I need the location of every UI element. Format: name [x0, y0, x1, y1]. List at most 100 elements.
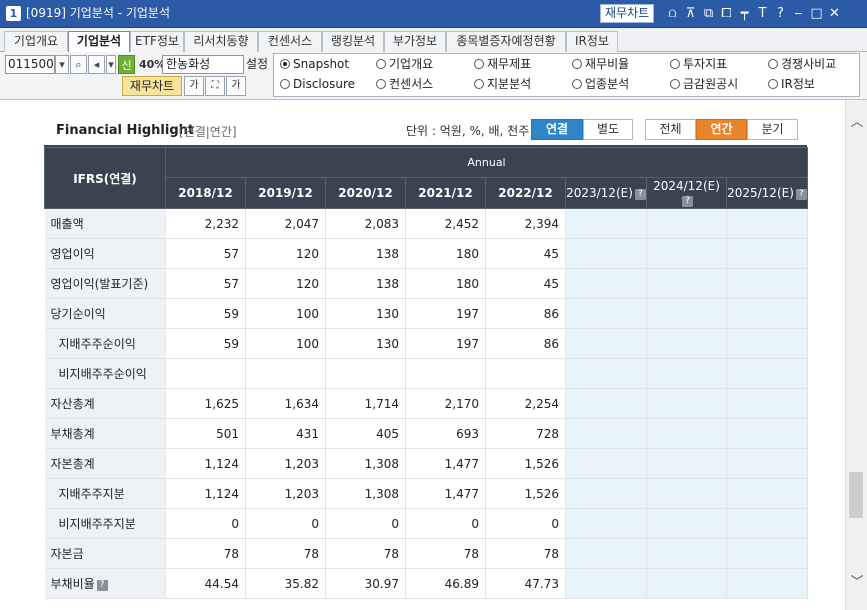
help-icon[interactable]: ?: [772, 4, 789, 24]
help-icon[interactable]: ?: [634, 189, 646, 200]
row-label-text: 부채총계: [50, 427, 95, 441]
table-cell: 1,625: [165, 388, 246, 419]
scope-tab-consolidated[interactable]: 연결: [531, 119, 583, 140]
tab-4[interactable]: 컨센서스: [258, 31, 322, 52]
annual-header: Annual: [165, 147, 808, 178]
table-cell: 57: [165, 268, 246, 299]
tab-3[interactable]: 리서치동향: [184, 31, 258, 52]
stock-code-input[interactable]: 011500: [5, 55, 55, 74]
radio-option-4[interactable]: 투자지표: [670, 57, 727, 71]
radio-dot-icon[interactable]: [572, 79, 582, 89]
radio-dot-icon[interactable]: [768, 79, 778, 89]
tab-2[interactable]: ETF정보: [130, 31, 184, 52]
table-cell: 728: [485, 418, 566, 449]
table-cell: [646, 358, 727, 389]
close-icon[interactable]: ✕: [826, 4, 843, 24]
radio-option-6[interactable]: Disclosure: [280, 77, 355, 91]
main-tab-bar: 기업개요 기업분석 ETF정보 리서치동향 컨센서스 랭킹분석 부가정보 종목별증자예정현황 I…: [0, 28, 867, 53]
radio-option-10[interactable]: 금감원공시: [670, 77, 738, 91]
radio-dot-icon[interactable]: [670, 59, 680, 69]
minimize-icon[interactable]: ‒: [790, 4, 807, 24]
radio-label: 투자지표: [683, 57, 728, 71]
setting-link[interactable]: 설정: [246, 55, 268, 74]
font-size-down-button[interactable]: 가: [226, 76, 246, 96]
pin-icon[interactable]: ⊼: [682, 4, 699, 24]
radio-dot-icon[interactable]: [376, 59, 386, 69]
radio-dot-icon[interactable]: [280, 79, 290, 89]
radio-option-9[interactable]: 업종분석: [572, 77, 629, 91]
table-cell: [726, 358, 808, 389]
tab-7[interactable]: 종목별증자예정현황: [446, 31, 566, 52]
financial-chart-button[interactable]: 재무차트: [122, 76, 182, 96]
table-cell: 1,203: [245, 448, 326, 479]
radio-option-7[interactable]: 컨센서스: [376, 77, 433, 91]
speaker-icon[interactable]: ◂: [88, 55, 105, 74]
vertical-scrollbar[interactable]: ︿ ﹀: [845, 100, 867, 610]
column-header-6: 2024/12(E)?: [646, 177, 727, 209]
radio-dot-icon[interactable]: [474, 59, 484, 69]
radio-option-11[interactable]: IR정보: [768, 77, 815, 91]
radio-label: Snapshot: [293, 57, 350, 71]
code-dropdown-icon[interactable]: ▾: [55, 55, 69, 74]
radio-dot-icon[interactable]: [572, 59, 582, 69]
chart-icon[interactable]: ⩍: [664, 4, 681, 24]
scope-tab-separate[interactable]: 별도: [583, 119, 633, 140]
link-icon[interactable]: ⧉: [700, 4, 717, 24]
table-cell: 120: [245, 238, 326, 269]
radio-option-3[interactable]: 재무비율: [572, 57, 629, 71]
table-cell: [646, 478, 727, 509]
search-icon[interactable]: ⌕: [70, 55, 87, 74]
radio-option-5[interactable]: 경쟁사비교: [768, 57, 836, 71]
table-row: 부채비율? 44.54 35.82 30.97 46.89 47.73: [44, 568, 808, 599]
help-icon[interactable]: ?: [795, 189, 807, 200]
column-header-4: 2022/12: [485, 177, 566, 209]
radio-dot-icon[interactable]: [376, 79, 386, 89]
window-title: [0919] 기업분석 - 기업분석: [26, 6, 170, 20]
help-icon[interactable]: ?: [96, 580, 108, 591]
window-icon[interactable]: ⧠: [718, 4, 735, 24]
radio-dot-icon[interactable]: [768, 59, 778, 69]
period-tab-all[interactable]: 전체: [645, 119, 696, 140]
table-cell: [565, 238, 647, 269]
scroll-up-icon[interactable]: ︿: [848, 114, 866, 132]
table-cell: [565, 478, 647, 509]
font-icon[interactable]: T: [754, 4, 771, 24]
speaker-dropdown-icon[interactable]: ▾: [106, 55, 116, 74]
table-cell: [565, 208, 647, 239]
table-cell: [726, 388, 808, 419]
row-label: 자본총계: [44, 448, 166, 479]
period-tab-quarter[interactable]: 분기: [747, 119, 798, 140]
title-chart-button[interactable]: 재무차트: [600, 4, 655, 23]
radio-option-0[interactable]: Snapshot: [280, 57, 349, 71]
column-header-label: 2022/12: [498, 186, 553, 200]
row-label: 영업이익: [44, 238, 166, 269]
table-cell: 693: [405, 418, 486, 449]
tab-8[interactable]: IR정보: [566, 31, 618, 52]
row-label: 영업이익(발표기준): [44, 268, 166, 299]
expand-icon[interactable]: ⛶: [205, 76, 225, 96]
radio-option-1[interactable]: 기업개요: [376, 57, 433, 71]
table-cell: [726, 238, 808, 269]
period-tab-annual[interactable]: 연간: [696, 119, 747, 140]
tab-1[interactable]: 기업분석: [68, 31, 130, 53]
help-icon[interactable]: ?: [682, 196, 693, 207]
radio-dot-icon[interactable]: [474, 79, 484, 89]
radio-option-2[interactable]: 재무제표: [474, 57, 531, 71]
radio-dot-icon[interactable]: [280, 59, 290, 69]
tab-6[interactable]: 부가정보: [384, 31, 446, 52]
table-cell: 86: [485, 328, 566, 359]
row-label: 비지배주주지분: [44, 508, 166, 539]
table-cell: 130: [325, 328, 406, 359]
scroll-thumb[interactable]: [849, 472, 863, 518]
row-label: 지배주주순이익: [44, 328, 166, 359]
maximize-icon[interactable]: □: [808, 4, 825, 24]
tab-0[interactable]: 기업개요: [4, 31, 68, 52]
company-name-field[interactable]: 한농화성: [162, 55, 244, 74]
font-size-up-button[interactable]: 가: [184, 76, 204, 96]
tab-5[interactable]: 랭킹분석: [322, 31, 384, 52]
radio-label: 업종분석: [585, 77, 630, 91]
radio-option-8[interactable]: 지분분석: [474, 77, 531, 91]
scroll-down-icon[interactable]: ﹀: [848, 574, 866, 592]
fix-icon[interactable]: ┯: [736, 4, 753, 24]
radio-dot-icon[interactable]: [670, 79, 680, 89]
